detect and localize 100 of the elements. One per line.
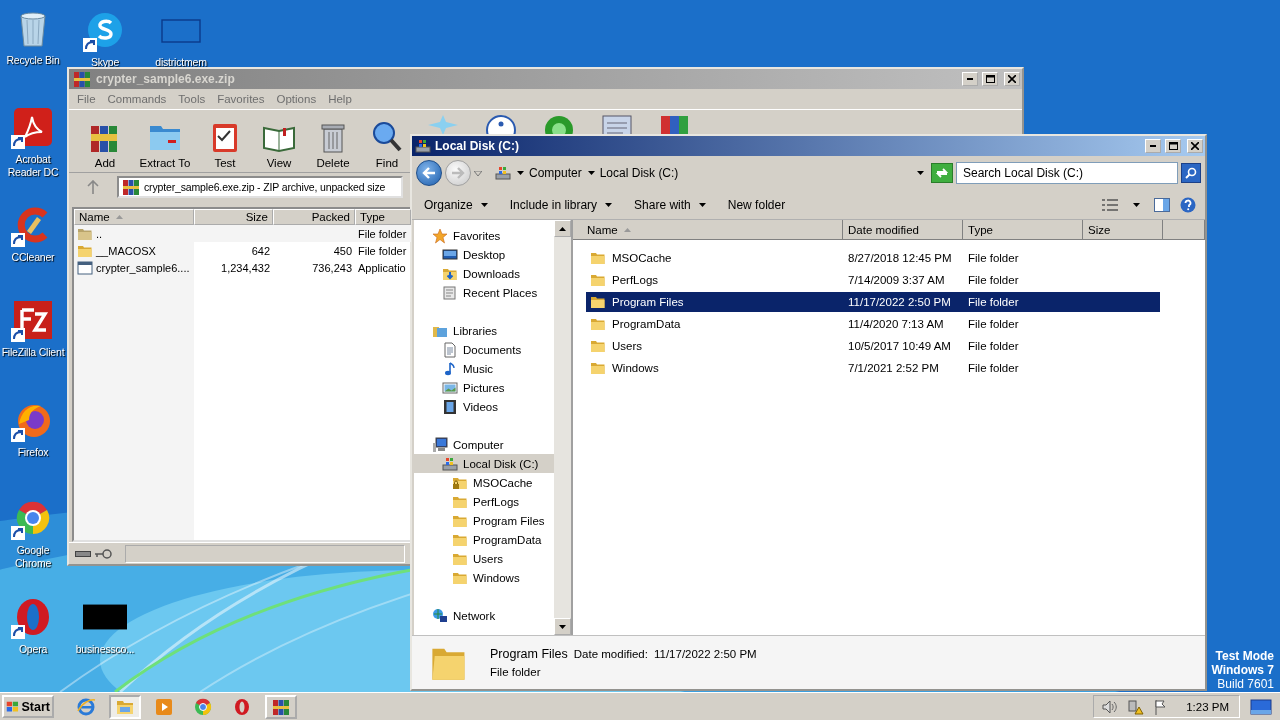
toolbar-button[interactable]: Add <box>79 113 131 169</box>
help-icon <box>1180 196 1196 213</box>
history-caret-icon[interactable] <box>474 170 482 176</box>
desktop-icon-label[interactable]: districtmem <box>155 56 207 69</box>
folder-icon <box>590 250 606 266</box>
column-header[interactable]: Name <box>573 220 843 240</box>
caret-icon <box>1132 202 1140 207</box>
date-modified: 7/1/2021 2:52 PM <box>847 362 940 374</box>
command-button[interactable]: Organize <box>418 192 494 217</box>
maximize-icon <box>985 75 995 83</box>
nav-item[interactable]: Music <box>414 359 554 378</box>
nav-item[interactable]: Libraries <box>414 321 554 340</box>
date-modified: 11/4/2020 7:13 AM <box>847 318 945 330</box>
books-icon <box>660 115 690 135</box>
network-warning-icon[interactable] <box>1128 698 1145 715</box>
nav-item[interactable]: Recent Places <box>414 283 554 302</box>
nav-item[interactable]: Local Disk (C:) <box>414 454 554 473</box>
desktop-icon-label[interactable]: Google Chrome <box>0 544 66 570</box>
computer-icon <box>432 436 448 453</box>
address-caret-icon <box>917 171 924 175</box>
menu-item[interactable]: Options <box>270 93 323 105</box>
scroll-up-button[interactable] <box>554 220 571 237</box>
toolbar-button[interactable]: Find <box>361 113 413 169</box>
music-note-icon <box>442 360 458 377</box>
drive-icon <box>75 549 91 558</box>
nav-item[interactable]: Network <box>414 606 554 625</box>
nav-item[interactable]: Videos <box>414 397 554 416</box>
nav-item[interactable]: Desktop <box>414 245 554 264</box>
refresh-button[interactable] <box>931 163 953 183</box>
maximize-button[interactable] <box>1165 139 1181 153</box>
nav-item[interactable]: Downloads <box>414 264 554 283</box>
maximize-button[interactable] <box>982 72 998 86</box>
breadcrumb-item[interactable]: Computer <box>529 166 582 180</box>
clock[interactable]: 1:23 PM <box>1186 700 1229 713</box>
search-field[interactable]: Search Local Disk (C:) <box>956 162 1178 184</box>
file-row[interactable]: Users 10/5/2017 10:49 AM File folder <box>586 336 1160 356</box>
file-row[interactable]: PerfLogs 7/14/2009 3:37 AM File folder <box>586 270 1160 290</box>
show-desktop-icon[interactable] <box>1250 697 1272 716</box>
column-header[interactable]: Packed <box>273 209 355 225</box>
nav-item[interactable]: Computer <box>414 435 554 454</box>
desktop-icon-label[interactable]: FileZilla Client <box>1 346 65 359</box>
breadcrumb-item[interactable]: Local Disk (C:) <box>599 166 679 180</box>
nav-item[interactable]: Documents <box>414 340 554 359</box>
toolbar-button[interactable]: Delete <box>307 113 359 169</box>
back-button[interactable] <box>416 160 442 186</box>
folder-icon <box>590 272 606 288</box>
file-row[interactable]: Windows 7/1/2021 2:52 PM File folder <box>586 358 1160 378</box>
nav-item[interactable]: Windows <box>414 568 554 587</box>
nav-item[interactable]: MSOCache <box>414 473 554 492</box>
taskbar-button[interactable] <box>265 694 297 719</box>
nav-item[interactable]: PerfLogs <box>414 492 554 511</box>
table-cell-text: Applicatio <box>357 260 407 276</box>
file-row[interactable]: MSOCache 8/27/2018 12:45 PM File folder <box>586 248 1160 268</box>
forward-arrow-icon <box>451 167 465 179</box>
caret-icon <box>517 171 524 175</box>
desktop-icon-label[interactable]: Firefox <box>17 446 49 459</box>
search-button[interactable] <box>1181 163 1201 183</box>
nav-item[interactable]: ProgramData <box>414 530 554 549</box>
scroll-down-button[interactable] <box>554 618 571 635</box>
path-field[interactable]: crypter_sample6.exe.zip - ZIP archive, unpacked size <box>117 176 403 198</box>
desktop-icon-label[interactable]: Recycle Bin <box>6 54 60 67</box>
drive-icon <box>415 138 431 154</box>
menu-item[interactable]: Tools <box>172 93 212 105</box>
minimize-button[interactable] <box>962 72 978 86</box>
close-button[interactable] <box>1004 72 1020 86</box>
nav-item[interactable]: Program Files <box>414 511 554 530</box>
column-header[interactable]: Type <box>963 220 1083 240</box>
column-header[interactable]: Name <box>74 209 194 225</box>
speaker-icon[interactable] <box>1102 699 1119 714</box>
pane-icon <box>1154 197 1170 212</box>
column-header[interactable]: Size <box>194 209 273 225</box>
books-icon <box>121 178 141 196</box>
command-button[interactable]: Share with <box>628 192 712 217</box>
file-row[interactable]: ProgramData 11/4/2020 7:13 AM File folder <box>586 314 1160 334</box>
nav-item[interactable]: Favorites <box>414 226 554 245</box>
nav-item[interactable]: Pictures <box>414 378 554 397</box>
command-button[interactable]: New folder <box>721 192 792 217</box>
toolbar-button[interactable]: View <box>253 113 305 169</box>
pdf-app-icon <box>13 107 53 147</box>
picture-icon <box>442 379 458 396</box>
nav-label: Music <box>463 362 494 375</box>
nav-item[interactable]: Users <box>414 549 554 568</box>
desktop-icon-label[interactable]: CCleaner <box>11 251 55 264</box>
column-header[interactable]: Date modified <box>843 220 963 240</box>
file-row[interactable]: Program Files 11/17/2022 2:50 PM File folder <box>586 292 1160 312</box>
minimize-button[interactable] <box>1145 139 1161 153</box>
file-type: File folder <box>967 252 1020 264</box>
desktop-icon-label[interactable]: Acrobat Reader DC <box>0 153 66 179</box>
toolbar-button[interactable]: Test <box>199 113 251 169</box>
command-button[interactable]: Include in library <box>503 192 619 217</box>
books-icon <box>72 69 92 89</box>
folder-icon <box>590 360 606 376</box>
up-arrow-icon <box>559 226 566 231</box>
toolbar-button[interactable]: Extract To <box>133 113 197 169</box>
column-header[interactable]: Size <box>1083 220 1163 240</box>
column-header[interactable]: Type <box>355 209 411 225</box>
close-button[interactable] <box>1187 139 1203 153</box>
scrollbar[interactable] <box>554 220 571 635</box>
start-button[interactable]: Start <box>2 695 54 718</box>
desktop-icon-label[interactable]: Skype <box>90 56 120 69</box>
